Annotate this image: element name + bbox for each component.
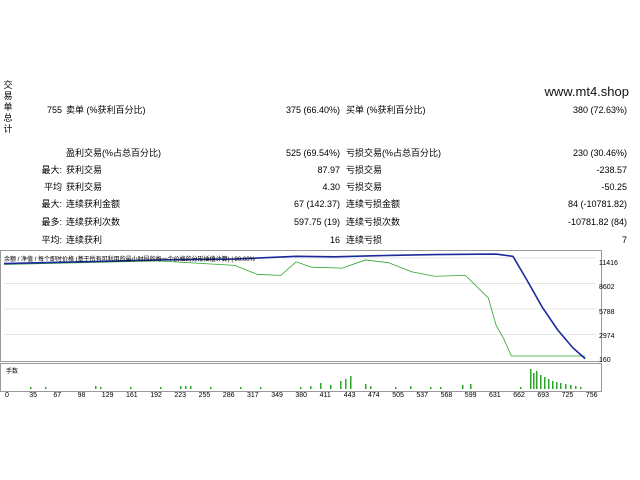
volume-bar bbox=[575, 386, 577, 389]
x-tick-label: 756 bbox=[585, 392, 598, 399]
x-tick-label: 98 bbox=[77, 392, 86, 399]
volume-bar bbox=[540, 375, 542, 389]
x-tick-label: 0 bbox=[5, 392, 9, 399]
volume-bar bbox=[260, 387, 262, 389]
volume-bar bbox=[185, 386, 187, 389]
x-tick-label: 411 bbox=[319, 392, 331, 399]
x-tick-label: 725 bbox=[561, 392, 574, 399]
volume-bar bbox=[395, 387, 397, 389]
volume-bar bbox=[560, 383, 562, 389]
volume-bar bbox=[240, 387, 242, 389]
volume-bar bbox=[556, 382, 558, 389]
x-tick-label: 255 bbox=[198, 392, 211, 399]
x-tick-label: 568 bbox=[440, 392, 453, 399]
x-tick-label: 317 bbox=[247, 392, 259, 399]
volume-bar bbox=[345, 379, 347, 389]
equity-series-line bbox=[3, 259, 586, 357]
x-tick-label: 161 bbox=[126, 392, 138, 399]
y-tick-label: 8602 bbox=[599, 284, 615, 291]
volume-bar bbox=[470, 384, 472, 389]
volume-bar bbox=[462, 385, 464, 389]
y-tick-label: 160 bbox=[599, 357, 611, 364]
x-tick-label: 192 bbox=[150, 392, 162, 399]
y-tick-label: 5788 bbox=[599, 309, 615, 316]
volume-bar bbox=[410, 386, 412, 389]
chart-header: 余额 / 净值 / 每个即时价格 (基于所有可利用的最小时段的每一个价格的分形插… bbox=[4, 257, 255, 263]
balance-series-line bbox=[3, 253, 586, 360]
x-tick-label: 67 bbox=[53, 392, 62, 399]
x-tick-label: 474 bbox=[368, 392, 380, 399]
volume-bar bbox=[536, 371, 538, 389]
x-tick-label: 662 bbox=[513, 392, 525, 399]
x-tick-label: 129 bbox=[101, 392, 114, 399]
volume-bar bbox=[544, 377, 546, 389]
x-tick-label: 537 bbox=[416, 392, 429, 399]
x-tick-label: 349 bbox=[271, 392, 283, 399]
volume-bar bbox=[95, 386, 97, 389]
volume-bar bbox=[160, 387, 162, 389]
volume-bar bbox=[180, 386, 182, 389]
volume-bar bbox=[430, 387, 432, 389]
volume-bar bbox=[210, 387, 212, 389]
volume-bar bbox=[330, 385, 332, 389]
volume-bar bbox=[350, 376, 352, 389]
volume-label: 手数 bbox=[6, 369, 19, 375]
x-tick-label: 693 bbox=[537, 392, 550, 399]
volume-bar bbox=[530, 369, 532, 389]
volume-bar bbox=[365, 384, 367, 389]
x-tick-label: 505 bbox=[392, 392, 404, 399]
y-tick-label: 11416 bbox=[599, 260, 618, 267]
x-tick-label: 380 bbox=[295, 392, 308, 399]
volume-bar bbox=[570, 385, 572, 389]
volume-bar bbox=[440, 387, 442, 389]
volume-bar bbox=[130, 387, 132, 389]
volume-bar bbox=[190, 386, 192, 389]
volume-bar bbox=[300, 387, 302, 389]
y-tick-label: 2974 bbox=[599, 333, 615, 340]
x-tick-label: 35 bbox=[29, 392, 37, 399]
x-tick-label: 599 bbox=[464, 392, 477, 399]
volume-bar bbox=[30, 387, 32, 389]
x-tick-label: 443 bbox=[343, 392, 356, 399]
bottom-blank-area bbox=[0, 402, 640, 480]
volume-bar bbox=[580, 387, 582, 389]
volume-bar bbox=[548, 379, 550, 389]
volume-bar bbox=[340, 381, 342, 389]
x-tick-label: 223 bbox=[174, 392, 187, 399]
volume-bar bbox=[552, 381, 554, 389]
volume-bar bbox=[100, 387, 102, 389]
volume-bar bbox=[310, 386, 312, 389]
volume-bar bbox=[520, 387, 522, 389]
volume-bar bbox=[370, 386, 372, 389]
volume-bar bbox=[565, 384, 567, 389]
volume-bar bbox=[533, 373, 535, 389]
x-tick-label: 286 bbox=[222, 392, 235, 399]
volume-bar bbox=[45, 387, 47, 389]
volume-bar bbox=[320, 383, 322, 389]
x-tick-label: 631 bbox=[489, 392, 501, 399]
